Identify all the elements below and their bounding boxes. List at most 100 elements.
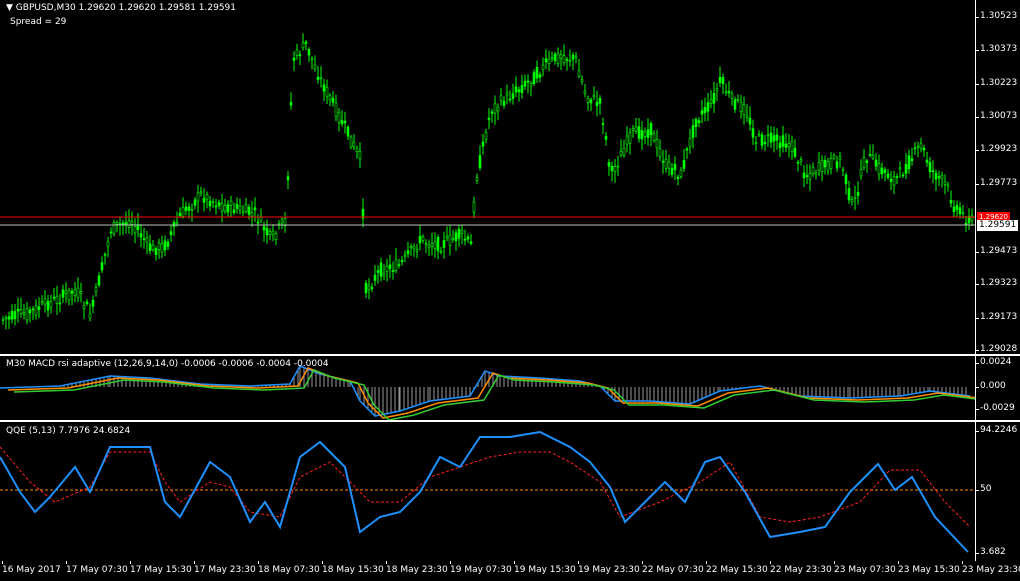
candle-body <box>217 202 221 206</box>
candle-body <box>754 142 758 145</box>
candle-body <box>583 90 587 94</box>
candle-body <box>511 93 515 99</box>
candle-body <box>700 110 704 115</box>
candle-body <box>157 242 161 250</box>
candle-body <box>733 99 737 110</box>
chart-menu-triangle-icon[interactable]: ▼ <box>6 3 13 13</box>
candle-body <box>124 222 128 226</box>
macd-pane[interactable]: M30 MACD rsi adaptive (12,26,9,14,0) -0.… <box>0 356 976 420</box>
candle-body <box>901 174 905 177</box>
candle-body <box>679 169 683 177</box>
time-label: 22 May 23:30 <box>770 565 832 575</box>
candle-body <box>565 59 569 61</box>
candle-body <box>694 119 698 128</box>
time-label: 22 May 07:30 <box>642 565 704 575</box>
candle-body <box>910 158 914 161</box>
candle-body <box>634 126 638 132</box>
candle-body <box>538 74 542 78</box>
candle-body <box>97 275 101 286</box>
qqe-level-top: 94.2246 <box>980 425 1018 435</box>
candle-body <box>940 174 944 180</box>
candle-body <box>103 254 107 256</box>
candle-body <box>334 102 338 117</box>
candle-body <box>541 64 545 70</box>
candle-body <box>709 99 713 104</box>
candle-body <box>70 290 74 294</box>
candle-body <box>343 120 347 124</box>
candle-body <box>757 133 761 136</box>
candle-body <box>502 100 506 106</box>
candle-body <box>28 309 32 314</box>
candle-body <box>907 155 911 170</box>
candle-body <box>880 167 884 175</box>
candle-body <box>955 205 959 210</box>
candle-body <box>355 148 359 152</box>
candle-body <box>730 93 734 99</box>
qqe-pane[interactable]: QQE (5,13) 7.7976 24.6824 <box>0 422 976 561</box>
candle-body <box>922 147 926 151</box>
candle-body <box>199 191 203 194</box>
candle-body <box>943 181 947 185</box>
candle-body <box>625 135 629 145</box>
candle-body <box>25 308 29 321</box>
candle-body <box>958 207 962 215</box>
candle-body <box>604 135 608 140</box>
candle-body <box>556 53 560 64</box>
candle-body <box>268 231 272 236</box>
candle-body <box>394 259 398 271</box>
candle-body <box>688 138 692 147</box>
candle-body <box>280 219 284 224</box>
candlestick-chart[interactable] <box>0 0 975 354</box>
candle-body <box>256 221 260 224</box>
candle-body <box>529 82 533 87</box>
candle-body <box>613 166 617 172</box>
price-chart-pane[interactable]: ▼ GBPUSD,M30 1.29620 1.29620 1.29581 1.2… <box>0 0 976 354</box>
candle-body <box>640 130 644 140</box>
candle-body <box>133 226 137 234</box>
candle-body <box>301 42 305 49</box>
candle-body <box>784 143 788 148</box>
candle-body <box>697 120 701 124</box>
price-level-label: 1.29473 <box>980 246 1018 256</box>
price-level-label: 1.29323 <box>980 278 1018 288</box>
candle-body <box>463 238 467 241</box>
candle-body <box>424 242 428 245</box>
candle-body <box>526 80 530 83</box>
candle-body <box>523 80 527 87</box>
price-axis[interactable]: 1.30523 1.30373 1.30223 1.30073 1.29923 1.297… <box>976 0 1020 354</box>
candle-body <box>787 143 791 147</box>
price-level-label: 1.29923 <box>980 144 1018 154</box>
candle-body <box>802 172 806 179</box>
candle-body <box>664 158 668 169</box>
candle-body <box>574 55 578 59</box>
candle-body <box>52 296 56 299</box>
candle-body <box>577 70 581 77</box>
candle-body <box>724 91 728 94</box>
candle-body <box>229 200 233 206</box>
candle-body <box>682 160 686 169</box>
candle-body <box>190 209 194 211</box>
candle-body <box>520 85 524 93</box>
candle-body <box>844 174 848 185</box>
candle-body <box>667 161 671 169</box>
candle-body <box>310 57 314 60</box>
price-level-label: 1.30523 <box>980 11 1018 21</box>
price-level-label: 1.30073 <box>980 111 1018 121</box>
candle-body <box>64 290 68 294</box>
qqe-indicator[interactable] <box>0 422 975 561</box>
candle-body <box>586 98 590 103</box>
candle-body <box>658 148 662 157</box>
candle-body <box>592 94 596 98</box>
candle-body <box>106 241 110 247</box>
candle-body <box>430 243 434 247</box>
candle-body <box>760 134 764 146</box>
candle-body <box>262 226 266 231</box>
candle-body <box>676 176 680 179</box>
candle-body <box>169 231 173 236</box>
candle-body <box>319 76 323 79</box>
candle-body <box>277 223 281 225</box>
candle-body <box>946 184 950 187</box>
time-label: 23 May 07:30 <box>834 565 896 575</box>
candle-body <box>175 222 179 225</box>
time-axis[interactable]: 16 May 2017 17 May 07:30 17 May 15:30 17 Ma… <box>0 561 1020 581</box>
